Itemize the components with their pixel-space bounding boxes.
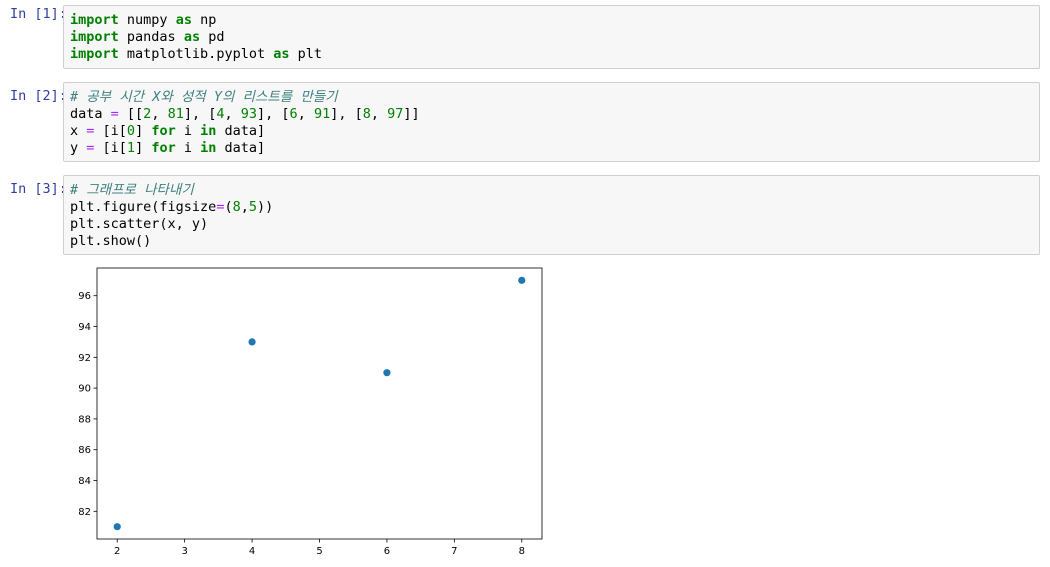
code-token: ], [ — [257, 106, 290, 122]
code-token: [i[ — [94, 123, 127, 139]
code-token: np — [191, 12, 217, 28]
x-tick-label: 4 — [249, 546, 255, 557]
cell-prompt: In [1]: — [10, 6, 67, 22]
scatter-point — [518, 276, 526, 284]
scatter-point — [248, 338, 256, 346]
code-token: as — [175, 12, 192, 28]
y-tick-label: 92 — [78, 353, 91, 364]
code-token: ]] — [403, 106, 420, 122]
code-token: data] — [216, 140, 266, 156]
code-line: import pandas as pd — [70, 29, 1033, 46]
cell-prompt: In [2]: — [10, 88, 67, 104]
code-token: 8 — [232, 199, 241, 215]
code-token: i — [175, 140, 201, 156]
code-line: x = [i[0] for i in data] — [70, 123, 1033, 140]
code-token: y — [70, 140, 87, 156]
code-token: ] — [135, 140, 152, 156]
code-line: plt.figure(figsize=(8,5)) — [70, 199, 1033, 216]
code-token: , — [240, 199, 249, 215]
code-token: ] — [135, 123, 152, 139]
code-token: ], [ — [330, 106, 363, 122]
cell-prompt: In [3]: — [10, 181, 67, 197]
code-token: , — [224, 106, 241, 122]
y-tick-label: 86 — [78, 445, 91, 456]
code-token: ], [ — [183, 106, 217, 122]
plot-frame — [96, 267, 543, 540]
y-tick-label: 94 — [78, 322, 91, 333]
code-line: plt.scatter(x, y) — [70, 216, 1033, 233]
code-token: , — [370, 106, 388, 122]
code-token: 6 — [289, 106, 298, 122]
code-token: 8 — [362, 106, 371, 122]
code-token: data — [70, 106, 111, 122]
code-line: y = [i[1] for i in data] — [70, 140, 1033, 157]
code-line: plt.show() — [70, 233, 1033, 250]
x-tick-label: 5 — [316, 546, 322, 557]
code-token: i — [175, 123, 201, 139]
code-line: # 그래프로 나타내기 — [70, 182, 1033, 199]
code-token: pandas — [118, 29, 184, 45]
code-token: [[ — [118, 106, 144, 122]
code-line: data = [[2, 81], [4, 93], [6, 91], [8, 9… — [70, 106, 1033, 123]
code-editor[interactable]: import numpy as np import pandas as pd imp… — [63, 5, 1040, 69]
code-token: 5 — [248, 199, 258, 215]
code-token: 1 — [126, 140, 136, 156]
scatter-point — [383, 369, 391, 377]
code-line: import numpy as np — [70, 12, 1033, 29]
code-token: plt.scatter(x, y) — [70, 216, 209, 232]
y-tick-label: 96 — [78, 291, 91, 302]
x-tick-label: 3 — [181, 546, 187, 557]
x-tick-label: 6 — [384, 546, 390, 557]
code-token: in — [200, 123, 217, 139]
code-token: import — [70, 12, 119, 28]
code-token: , — [297, 106, 314, 122]
code-token: matplotlib.pyplot — [118, 46, 274, 62]
y-tick-label: 90 — [78, 384, 91, 395]
y-tick-label: 88 — [78, 414, 91, 425]
x-tick-label: 7 — [451, 546, 457, 557]
x-tick-label: 8 — [519, 546, 525, 557]
code-token: plt.show() — [70, 233, 152, 249]
code-token: 93 — [240, 106, 258, 122]
code-token: as — [183, 29, 201, 45]
code-token: )) — [257, 199, 274, 215]
code-token: # 그래프로 나타내기 — [70, 182, 194, 198]
x-tick-label: 2 — [114, 546, 120, 557]
code-token: plt.figure(figsize — [70, 199, 217, 215]
code-token: import — [70, 29, 119, 45]
code-token: ( — [224, 199, 233, 215]
code-token: import — [70, 46, 119, 62]
code-token: plt — [289, 46, 322, 62]
output-area: 2 3 4 5 6 7 8 82 84 86 88 90 92 94 96 — [70, 262, 550, 562]
code-token: in — [200, 140, 217, 156]
code-editor[interactable]: # 그래프로 나타내기 plt.figure(figsize=(8,5)) plt.… — [63, 175, 1040, 255]
code-token: x — [70, 123, 87, 139]
scatter-chart: 2 3 4 5 6 7 8 82 84 86 88 90 92 94 96 — [78, 267, 543, 557]
code-token: as — [273, 46, 290, 62]
code-token: 0 — [126, 123, 136, 139]
code-editor[interactable]: # 공부 시간 X와 성적 Y의 리스트를 만들기 data = [[2, 81]… — [63, 82, 1040, 162]
code-token: 4 — [216, 106, 225, 122]
code-token: pd — [200, 29, 225, 45]
code-token: [i[ — [94, 140, 127, 156]
code-token: = — [110, 106, 119, 122]
code-line: # 공부 시간 X와 성적 Y의 리스트를 만들기 — [70, 89, 1033, 106]
code-token: data] — [216, 123, 266, 139]
y-tick-label: 84 — [78, 476, 91, 487]
code-token: for — [151, 123, 176, 139]
code-token: for — [151, 140, 176, 156]
code-token: 97 — [387, 106, 404, 122]
code-token: 81 — [167, 106, 184, 122]
scatter-point — [113, 523, 121, 531]
code-token: # 공부 시간 X와 성적 Y의 리스트를 만들기 — [70, 89, 338, 105]
code-token: , — [151, 106, 168, 122]
code-token: numpy — [118, 12, 176, 28]
code-line: import matplotlib.pyplot as plt — [70, 46, 1033, 63]
y-tick-label: 82 — [78, 507, 91, 518]
code-token: 91 — [313, 106, 331, 122]
